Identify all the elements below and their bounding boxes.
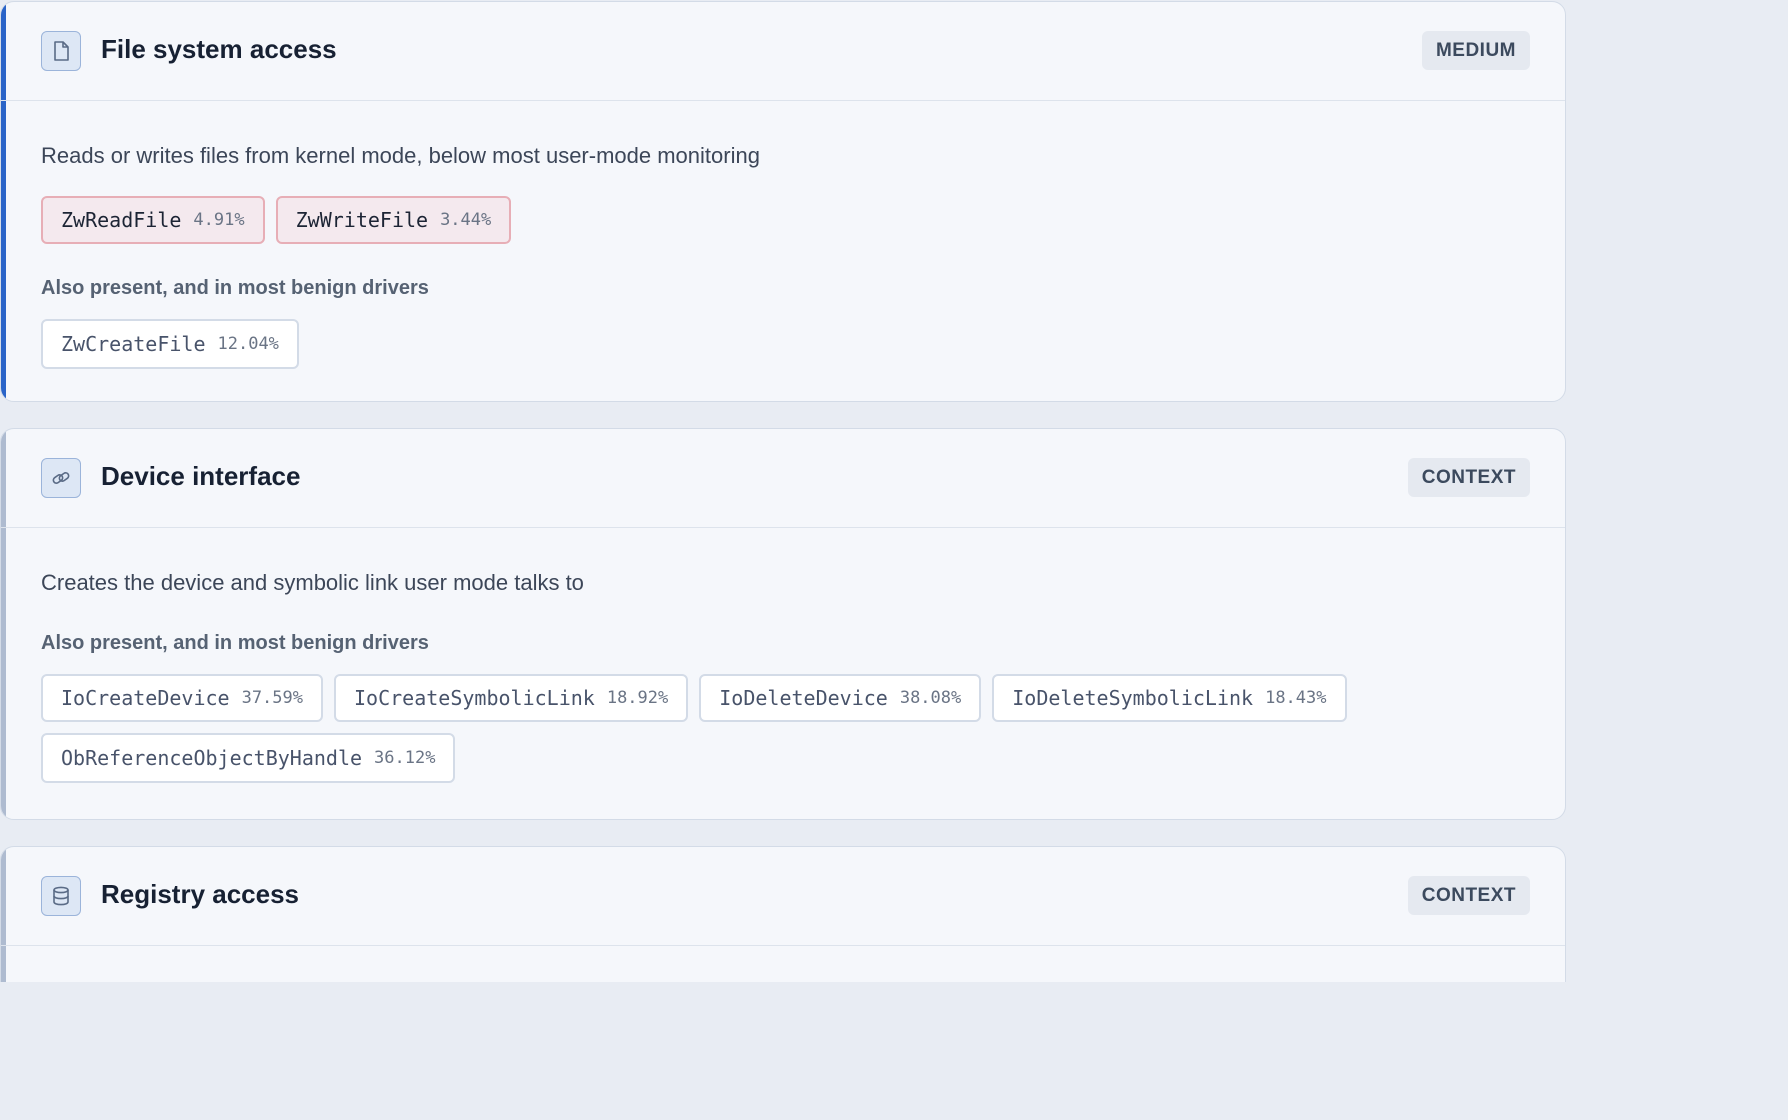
- capability-list: File system access MEDIUM Reads or write…: [0, 0, 1568, 982]
- capability-card-registry: Registry access CONTEXT: [0, 846, 1566, 982]
- api-chip[interactable]: IoCreateSymbolicLink 18.92%: [334, 674, 689, 722]
- card-body: Reads or writes files from kernel mode, …: [1, 101, 1565, 369]
- api-prevalence: 36.12%: [374, 748, 436, 768]
- card-title: File system access: [101, 34, 337, 64]
- api-name: IoDeleteSymbolicLink: [1012, 686, 1254, 710]
- api-prevalence: 4.91%: [193, 210, 245, 230]
- card-header: Device interface CONTEXT: [1, 429, 1565, 528]
- link-icon: [41, 458, 81, 498]
- api-chip-flagged[interactable]: ZwWriteFile 3.44%: [275, 196, 512, 244]
- api-name: ObReferenceObjectByHandle: [61, 746, 363, 770]
- benign-api-list: ZwCreateFile 12.04%: [41, 319, 1525, 369]
- api-name: ZwCreateFile: [61, 332, 206, 356]
- api-name: ZwWriteFile: [295, 208, 429, 232]
- api-chip[interactable]: ZwCreateFile 12.04%: [41, 319, 299, 369]
- capability-card-file-system: File system access MEDIUM Reads or write…: [0, 1, 1566, 402]
- flagged-api-list: ZwReadFile 4.91% ZwWriteFile 3.44%: [41, 196, 1525, 244]
- card-header: Registry access CONTEXT: [1, 847, 1565, 946]
- api-name: IoCreateSymbolicLink: [354, 686, 595, 710]
- api-chip[interactable]: IoCreateDevice 37.59%: [41, 674, 323, 722]
- benign-heading: Also present, and in most benign drivers: [41, 277, 429, 299]
- api-chip-flagged[interactable]: ZwReadFile 4.91%: [41, 196, 265, 244]
- card-title: Device interface: [101, 461, 301, 491]
- card-body: Creates the device and symbolic link use…: [1, 528, 1565, 783]
- card-title: Registry access: [101, 879, 300, 909]
- benign-api-list: IoCreateDevice 37.59% IoCreateSymbolicLi…: [41, 674, 1441, 783]
- api-chip[interactable]: IoDeleteSymbolicLink 18.43%: [992, 674, 1347, 722]
- severity-badge: MEDIUM: [1421, 31, 1530, 70]
- api-prevalence: 38.08%: [899, 688, 962, 708]
- api-name: IoCreateDevice: [61, 686, 230, 710]
- api-prevalence: 3.44%: [440, 210, 492, 230]
- api-prevalence: 12.04%: [217, 334, 279, 354]
- api-chip[interactable]: IoDeleteDevice 38.08%: [699, 674, 982, 722]
- card-description: Reads or writes files from kernel mode, …: [41, 143, 760, 168]
- api-prevalence: 18.43%: [1265, 688, 1327, 708]
- api-prevalence: 37.59%: [241, 688, 303, 708]
- benign-heading: Also present, and in most benign drivers: [41, 632, 429, 654]
- card-header: File system access MEDIUM: [1, 2, 1565, 101]
- api-prevalence: 18.92%: [606, 688, 669, 708]
- api-name: IoDeleteDevice: [719, 686, 888, 710]
- file-icon: [41, 31, 81, 71]
- api-chip[interactable]: ObReferenceObjectByHandle 36.12%: [41, 733, 456, 783]
- severity-badge: CONTEXT: [1407, 458, 1530, 497]
- severity-badge: CONTEXT: [1407, 876, 1530, 915]
- card-description: Creates the device and symbolic link use…: [41, 570, 584, 595]
- capability-card-device-interface: Device interface CONTEXT Creates the dev…: [0, 428, 1566, 820]
- database-icon: [41, 876, 81, 916]
- api-name: ZwReadFile: [61, 208, 182, 232]
